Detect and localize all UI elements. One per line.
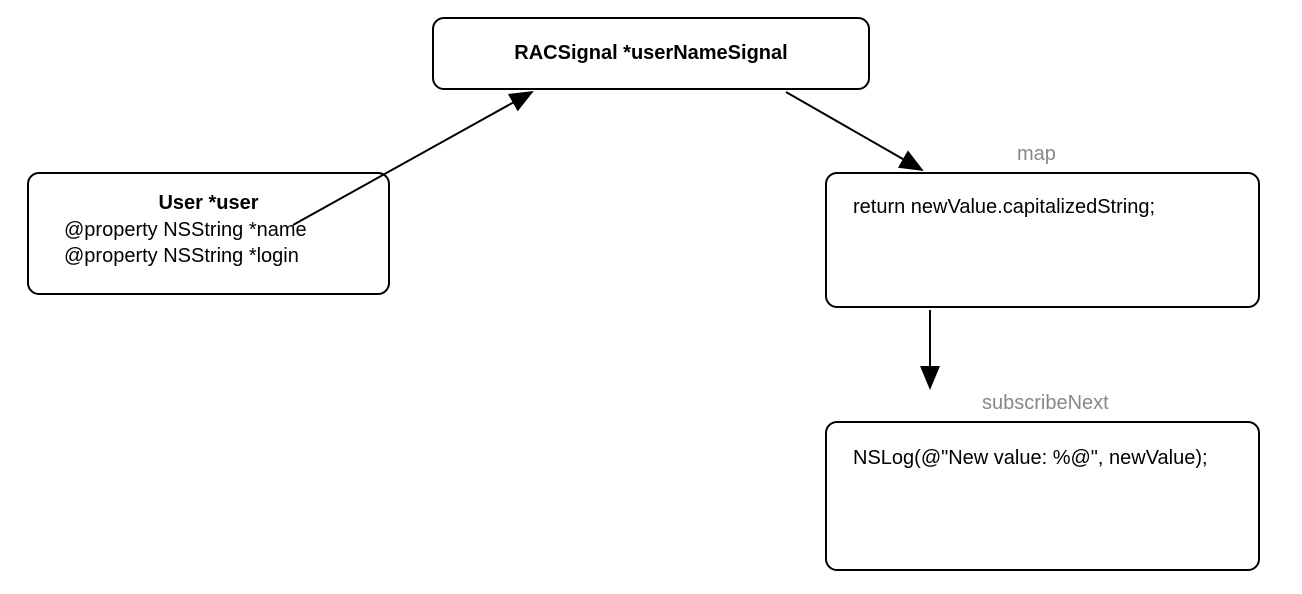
user-title: User *user: [29, 192, 388, 215]
subscribe-label: subscribeNext: [982, 392, 1109, 415]
map-box: return newValue.capitalizedString;: [825, 172, 1260, 308]
user-box: User *user @property NSString *name @pro…: [27, 172, 390, 295]
map-body: return newValue.capitalizedString;: [853, 196, 1155, 218]
arrow-signal-to-map: [786, 92, 922, 170]
signal-title: RACSignal *userNameSignal: [514, 42, 787, 65]
subscribe-body: NSLog(@"New value: %@", newValue);: [853, 447, 1208, 469]
map-label: map: [1017, 143, 1056, 166]
user-property-login: @property NSString *login: [29, 243, 388, 269]
user-property-name: @property NSString *name: [29, 217, 388, 243]
subscribe-box: NSLog(@"New value: %@", newValue);: [825, 421, 1260, 571]
signal-box: RACSignal *userNameSignal: [432, 17, 870, 90]
